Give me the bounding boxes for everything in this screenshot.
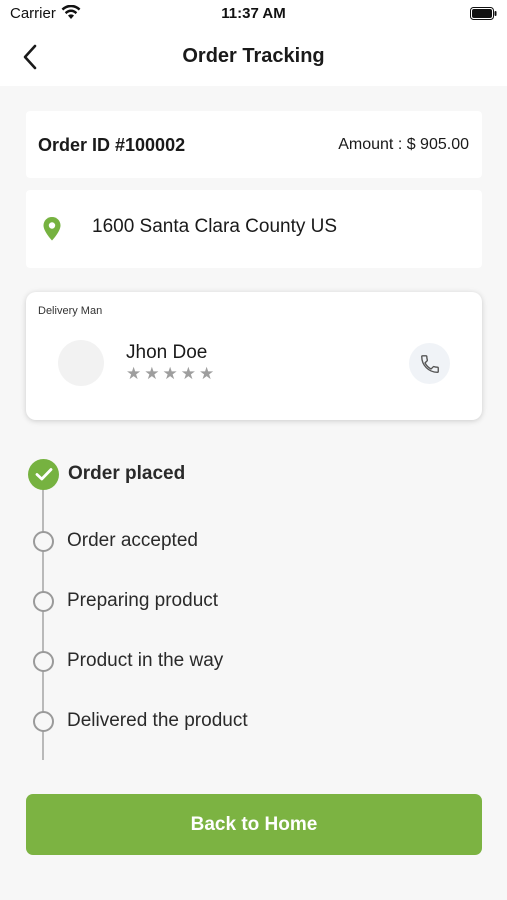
delivery-address: 1600 Santa Clara County US bbox=[92, 216, 338, 237]
empty-circle-icon bbox=[33, 590, 54, 612]
timeline-step-order-placed: Order placed bbox=[28, 458, 186, 490]
timeline-step-product-in-the-way: Product in the way bbox=[28, 646, 223, 676]
page-title: Order Tracking bbox=[182, 45, 325, 67]
status-bar: Carrier 11:37 AM bbox=[0, 0, 507, 28]
order-summary-card: Order ID #100002 Amount : $ 905.00 bbox=[26, 111, 482, 178]
order-id: Order ID #100002 bbox=[38, 135, 186, 155]
timeline-step-delivered: Delivered the product bbox=[28, 706, 248, 736]
delivery-man-name: Jhon Doe bbox=[126, 342, 208, 363]
empty-circle-icon bbox=[33, 530, 54, 552]
star-icon: ★ bbox=[180, 364, 196, 383]
delivery-man-card: Delivery Man Jhon Doe ★ ★ ★ ★ ★ bbox=[26, 292, 482, 420]
timeline-step-label: Product in the way bbox=[67, 650, 224, 671]
avatar bbox=[58, 340, 104, 386]
delivery-man-label: Delivery Man bbox=[38, 305, 103, 317]
status-time: 11:37 AM bbox=[221, 5, 286, 22]
back-to-home-button[interactable]: Back to Home bbox=[26, 794, 482, 855]
timeline-step-order-accepted: Order accepted bbox=[28, 526, 198, 556]
phone-icon bbox=[420, 354, 439, 373]
rating-stars: ★ ★ ★ ★ ★ bbox=[126, 364, 214, 384]
timeline-step-label: Delivered the product bbox=[67, 710, 248, 731]
star-icon: ★ bbox=[144, 364, 160, 383]
timeline-step-label: Order placed bbox=[68, 463, 186, 484]
location-pin-icon bbox=[42, 216, 62, 247]
address-card: 1600 Santa Clara County US bbox=[26, 190, 482, 268]
order-amount: Amount : $ 905.00 bbox=[338, 136, 469, 153]
timeline-step-label: Preparing product bbox=[67, 590, 219, 611]
order-status-timeline: Order placed Order accepted Preparing pr… bbox=[0, 440, 507, 760]
call-button[interactable] bbox=[409, 343, 450, 384]
nav-bar: Order Tracking bbox=[0, 28, 507, 86]
star-icon: ★ bbox=[162, 364, 178, 383]
timeline-step-preparing-product: Preparing product bbox=[28, 586, 218, 616]
empty-circle-icon bbox=[33, 710, 54, 732]
star-icon: ★ bbox=[126, 364, 142, 383]
timeline-step-label: Order accepted bbox=[67, 530, 198, 551]
star-icon: ★ bbox=[199, 364, 215, 383]
empty-circle-icon bbox=[33, 650, 54, 672]
check-circle-icon bbox=[28, 458, 59, 490]
battery-icon bbox=[470, 7, 497, 25]
